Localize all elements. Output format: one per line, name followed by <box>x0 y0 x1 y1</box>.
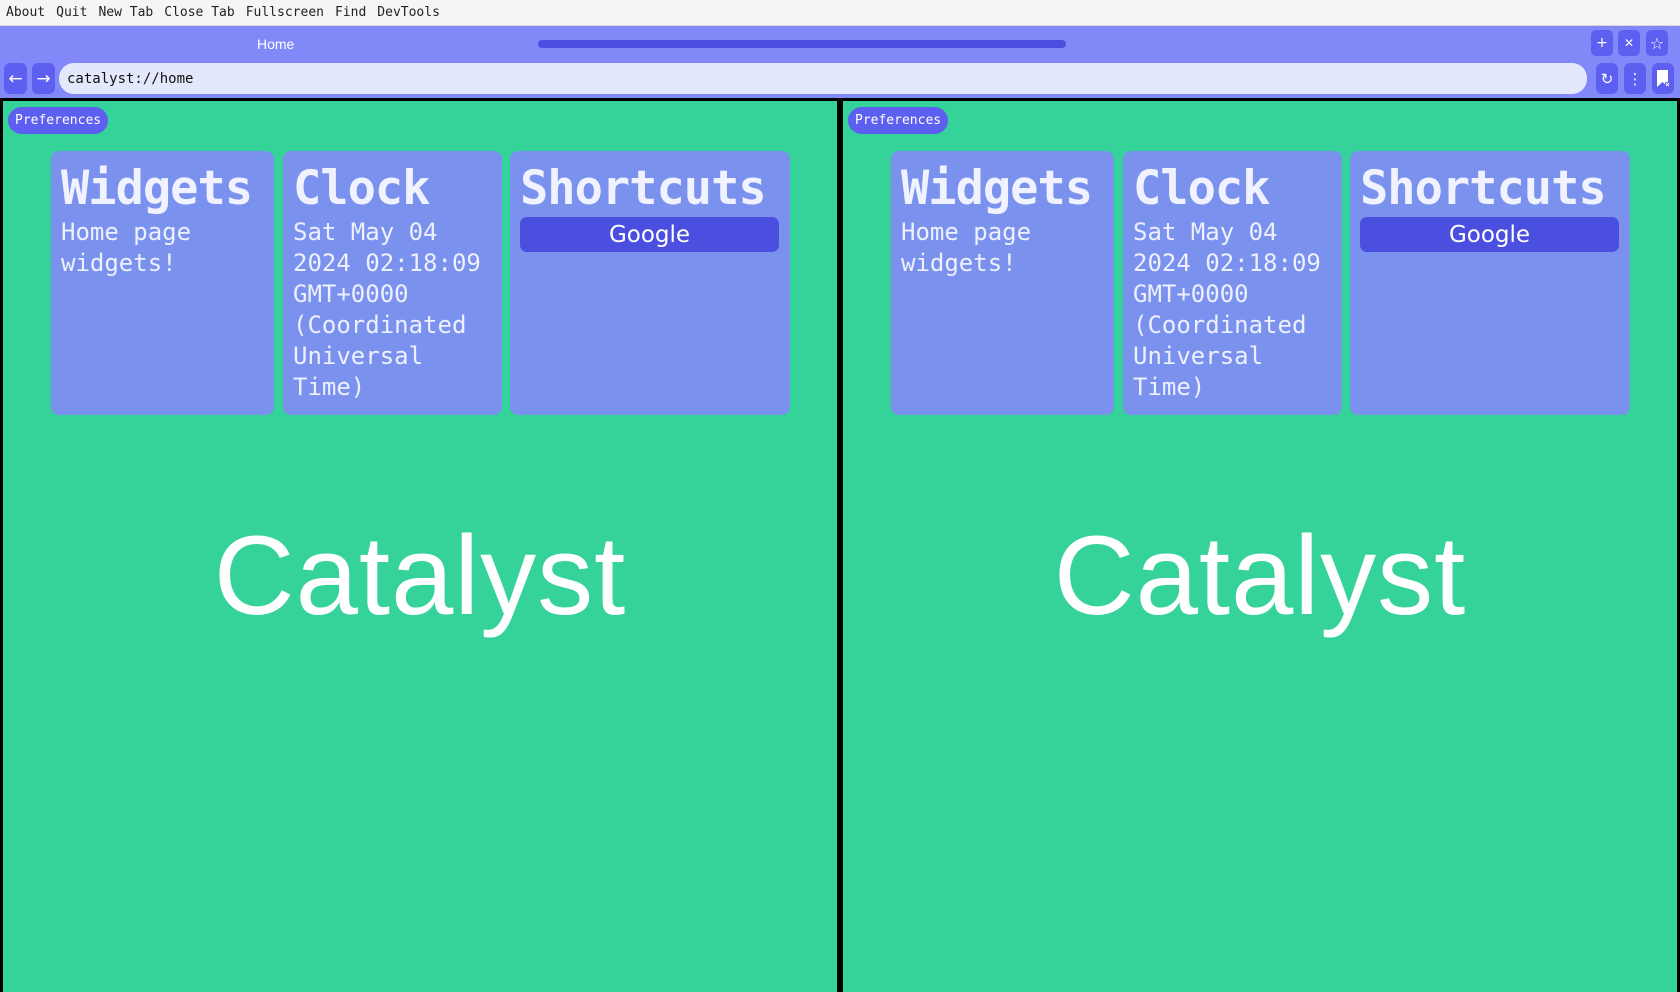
kebab-menu-icon: ⋮ <box>1627 69 1643 88</box>
pane-right: Preferences Widgets Home page widgets! C… <box>843 101 1677 992</box>
content-area: Preferences Widgets Home page widgets! C… <box>0 98 1680 992</box>
shortcuts-card: Shortcuts Google <box>510 151 790 415</box>
arrow-left-icon: ← <box>8 68 23 89</box>
menu-close-tab[interactable]: Close Tab <box>164 5 234 20</box>
widgets-card-text: Home page widgets! <box>61 218 192 277</box>
clock-time-text: Sat May 04 2024 02:18:09 GMT+0000 (Coord… <box>293 218 481 401</box>
forward-button[interactable]: → <box>32 63 55 94</box>
bookmark-button[interactable]: ☆ <box>1646 30 1668 56</box>
widgets-card: Widgets Home page widgets! <box>891 151 1114 415</box>
reload-button[interactable]: ↻ <box>1596 63 1618 94</box>
menu-find[interactable]: Find <box>335 5 366 20</box>
tab-strip: Home + ✕ ☆ <box>0 26 1680 60</box>
clock-time-text: Sat May 04 2024 02:18:09 GMT+0000 (Coord… <box>1133 218 1321 401</box>
menu-devtools[interactable]: DevTools <box>377 5 440 20</box>
shortcuts-card: Shortcuts Google <box>1350 151 1630 415</box>
clock-card: Clock Sat May 04 2024 02:18:09 GMT+0000 … <box>283 151 502 415</box>
load-progress-bar <box>538 40 1066 48</box>
navigation-bar: ← → ↻ ⋮ <box>0 60 1680 98</box>
star-icon: ☆ <box>1649 33 1665 53</box>
brand-heading: Catalyst <box>213 513 627 638</box>
load-progress-fill <box>538 40 1066 48</box>
plus-icon: + <box>1596 35 1608 51</box>
shortcuts-card-title: Shortcuts <box>520 161 767 216</box>
widgets-card-text: Home page widgets! <box>901 218 1032 277</box>
menu-about[interactable]: About <box>6 5 45 20</box>
preferences-button[interactable]: Preferences <box>848 107 949 134</box>
url-input[interactable] <box>59 63 1587 94</box>
preferences-button[interactable]: Preferences <box>8 107 109 134</box>
close-tab-button[interactable]: ✕ <box>1618 30 1640 56</box>
shortcut-google-button[interactable]: Google <box>1360 217 1619 252</box>
clock-card-title: Clock <box>293 161 430 216</box>
shortcut-google-button[interactable]: Google <box>520 217 779 252</box>
shortcuts-card-title: Shortcuts <box>1360 161 1607 216</box>
tab-home[interactable]: Home <box>257 36 294 52</box>
bookmark-list-icon <box>1657 69 1670 87</box>
bookmarks-button[interactable] <box>1652 63 1674 94</box>
close-icon: ✕ <box>1623 36 1635 50</box>
menu-button[interactable]: ⋮ <box>1624 63 1646 94</box>
back-button[interactable]: ← <box>4 63 27 94</box>
menu-new-tab[interactable]: New Tab <box>98 5 153 20</box>
widgets-card-title: Widgets <box>901 161 1093 216</box>
reload-icon: ↻ <box>1600 69 1614 88</box>
brand-heading: Catalyst <box>1053 513 1467 638</box>
arrow-right-icon: → <box>36 68 51 89</box>
clock-card: Clock Sat May 04 2024 02:18:09 GMT+0000 … <box>1123 151 1342 415</box>
widgets-card-title: Widgets <box>61 161 253 216</box>
menu-fullscreen[interactable]: Fullscreen <box>246 5 324 20</box>
clock-card-title: Clock <box>1133 161 1270 216</box>
pane-left: Preferences Widgets Home page widgets! C… <box>3 101 837 992</box>
new-tab-button[interactable]: + <box>1591 30 1613 56</box>
widgets-card: Widgets Home page widgets! <box>51 151 274 415</box>
menu-bar: About Quit New Tab Close Tab Fullscreen … <box>0 0 1680 26</box>
menu-quit[interactable]: Quit <box>56 5 87 20</box>
